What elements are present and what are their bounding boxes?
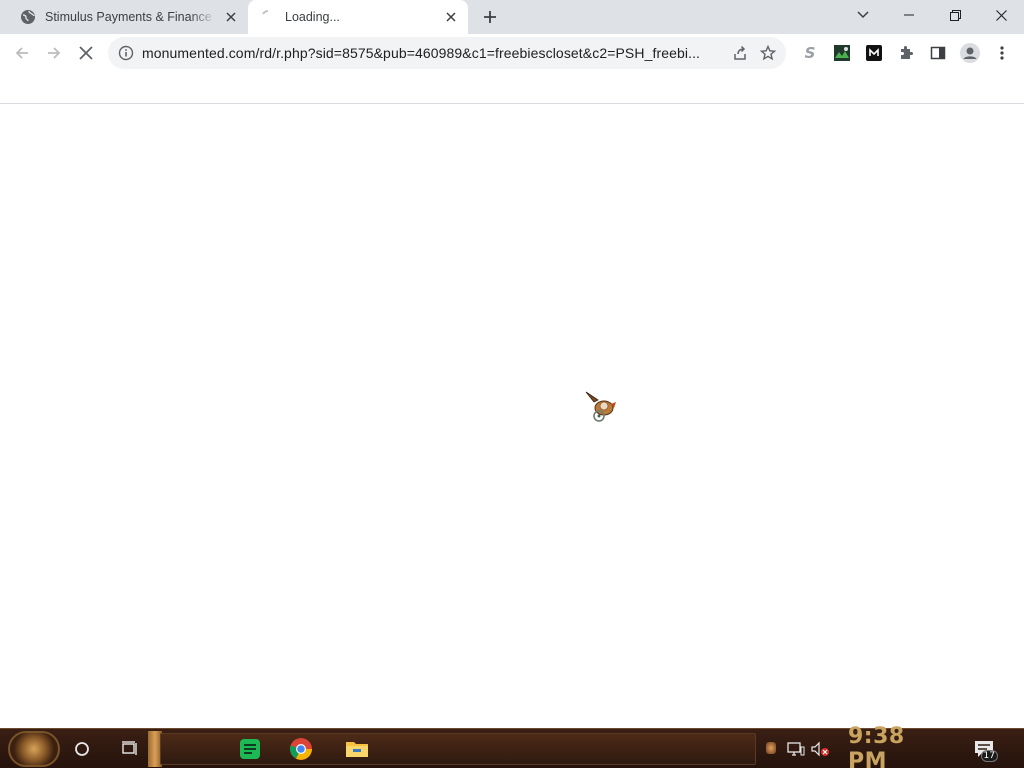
start-button[interactable] (8, 731, 60, 767)
tab-loading[interactable]: Loading... (248, 0, 468, 34)
stop-loading-button[interactable] (72, 39, 100, 67)
globe-icon (20, 9, 36, 25)
network-icon[interactable] (786, 739, 806, 759)
back-button[interactable] (8, 39, 36, 67)
volume-muted-icon[interactable] (810, 739, 830, 759)
notification-center-icon[interactable]: 17 (970, 736, 998, 762)
profile-avatar-icon[interactable] (956, 39, 984, 67)
puzzle-extensions-icon[interactable] (892, 39, 920, 67)
browser-toolbar: monumented.com/rd/r.php?sid=8575&pub=460… (0, 34, 1024, 72)
loading-spinner-icon (260, 9, 276, 25)
restore-button[interactable] (932, 0, 978, 30)
chrome-icon[interactable] (285, 733, 317, 765)
task-view-icon[interactable] (114, 733, 146, 765)
new-tab-button[interactable] (478, 5, 502, 29)
cortana-search-icon[interactable] (66, 733, 98, 765)
taskbar-clock[interactable]: 9:38 PM (848, 724, 948, 768)
windows-taskbar: 9:38 PM 17 (0, 724, 1024, 768)
notes-app-icon[interactable] (234, 733, 266, 765)
forward-button[interactable] (40, 39, 68, 67)
close-tab-icon[interactable] (222, 8, 240, 26)
m-extension-icon[interactable] (860, 39, 888, 67)
bookmark-star-icon[interactable] (754, 39, 782, 67)
close-tab-icon[interactable] (442, 8, 460, 26)
bookmark-bar (0, 72, 1024, 104)
share-icon[interactable] (726, 39, 754, 67)
url-text[interactable]: monumented.com/rd/r.php?sid=8575&pub=460… (142, 45, 726, 61)
tab-strip: Stimulus Payments & Finance O Loading... (0, 0, 1024, 34)
tab-title: Loading... (285, 10, 340, 24)
tray-decoration (766, 742, 776, 754)
address-bar[interactable]: monumented.com/rd/r.php?sid=8575&pub=460… (108, 37, 786, 69)
notification-count-badge: 17 (980, 750, 998, 762)
kebab-menu-icon[interactable] (988, 39, 1016, 67)
file-explorer-icon[interactable] (341, 733, 373, 765)
side-panel-icon[interactable] (924, 39, 952, 67)
tab-stimulus-payments[interactable]: Stimulus Payments & Finance O (8, 0, 248, 34)
close-window-button[interactable] (978, 0, 1024, 30)
site-info-icon[interactable] (118, 45, 134, 61)
image-extension-icon[interactable] (828, 39, 856, 67)
page-content (0, 104, 1024, 728)
s-extension-icon[interactable]: S (796, 39, 824, 67)
steampunk-cursor-icon (584, 390, 620, 426)
tab-title: Stimulus Payments & Finance O (45, 10, 216, 24)
minimize-button[interactable] (886, 0, 932, 30)
tab-search-chevron-icon[interactable] (840, 0, 886, 30)
